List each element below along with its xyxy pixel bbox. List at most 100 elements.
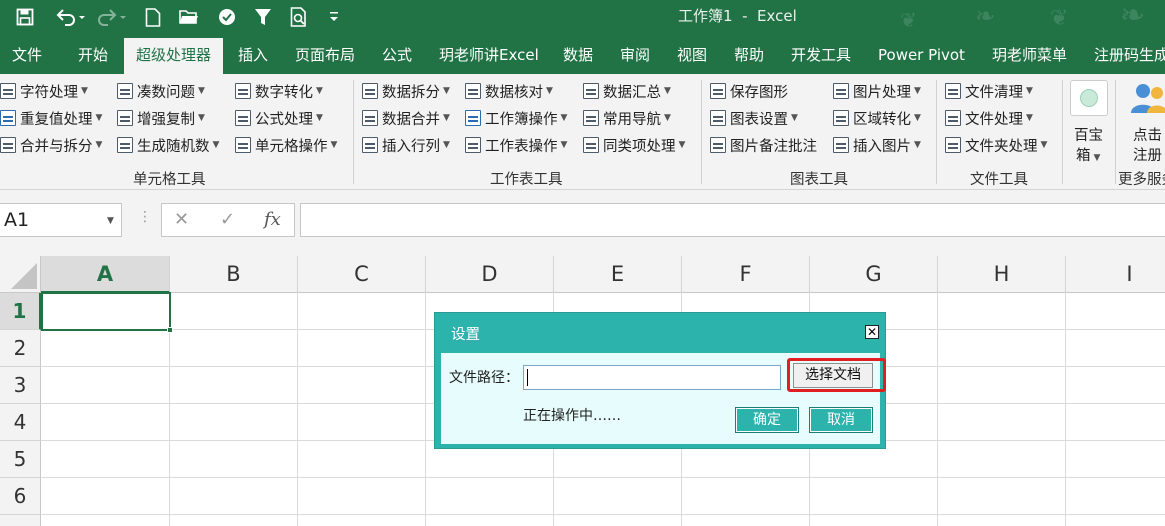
toolbox-icon xyxy=(1070,80,1108,116)
insert-picture-button[interactable]: 插入图片 ▼ xyxy=(833,132,921,158)
data-summary-button[interactable]: 数据汇总 ▼ xyxy=(583,78,671,104)
char-process-button[interactable]: 字符处理 ▼ xyxy=(0,78,88,104)
data-split-button[interactable]: 数据拆分 ▼ xyxy=(362,78,450,104)
tab-home[interactable]: 开始 xyxy=(66,36,120,74)
title-bar: 工作簿1 - Excel ❦ ❧ ❦ ❧ xyxy=(0,0,1165,36)
tab-yue-menu[interactable]: 玥老师菜单 xyxy=(980,36,1079,74)
close-icon[interactable]: ✕ xyxy=(865,325,879,339)
column-header[interactable]: C xyxy=(298,256,426,293)
tab-super-processor[interactable]: 超级处理器 xyxy=(124,38,224,74)
tab-data[interactable]: 数据 xyxy=(551,36,605,74)
tab-power-pivot[interactable]: Power Pivot xyxy=(866,36,977,74)
column-header[interactable]: A xyxy=(41,256,170,293)
enhanced-copy-label: 增强复制 xyxy=(137,111,195,128)
row-header[interactable]: 5 xyxy=(0,441,41,478)
target-sum-button[interactable]: 凑数问题 ▼ xyxy=(117,78,205,104)
merge-split-button[interactable]: 合并与拆分 ▼ xyxy=(0,132,102,158)
redo-icon[interactable] xyxy=(96,4,130,30)
group-divider xyxy=(701,80,702,184)
column-header[interactable]: D xyxy=(426,256,554,293)
tab-help[interactable]: 帮助 xyxy=(722,36,776,74)
file-process-button[interactable]: 文件处理 ▼ xyxy=(945,105,1033,131)
tab-yue-excel[interactable]: 玥老师讲Excel xyxy=(427,36,551,74)
register-button[interactable]: 点击 注册 xyxy=(1124,78,1165,164)
column-header[interactable]: G xyxy=(810,256,938,293)
cancel-button[interactable]: 取消 xyxy=(809,407,873,433)
column-header[interactable]: F xyxy=(682,256,810,293)
file-path-input[interactable] xyxy=(523,365,781,390)
picture-comment-icon xyxy=(710,137,726,153)
print-preview-icon[interactable] xyxy=(286,4,312,30)
customize-qa-icon[interactable] xyxy=(322,4,346,30)
insert-function-icon[interactable]: fx xyxy=(264,209,281,230)
file-cleanup-label: 文件清理 xyxy=(965,84,1023,101)
duplicate-values-button[interactable]: 重复值处理 ▼ xyxy=(0,105,102,131)
workbook-ops-button[interactable]: 工作簿操作 ▼ xyxy=(465,105,567,131)
data-merge-label: 数据合并 xyxy=(382,111,440,128)
chart-settings-button[interactable]: 图表设置 ▼ xyxy=(710,105,798,131)
cell-ops-button[interactable]: 单元格操作 ▼ xyxy=(235,132,337,158)
tab-review[interactable]: 审阅 xyxy=(608,36,662,74)
filter-icon[interactable] xyxy=(250,4,276,30)
row-header[interactable]: 3 xyxy=(0,367,41,404)
row-header[interactable]: 1 xyxy=(0,293,41,330)
active-cell-a1[interactable] xyxy=(41,292,171,331)
similar-items-label: 同类项处理 xyxy=(603,138,676,155)
worksheet-ops-button[interactable]: 工作表操作 ▼ xyxy=(465,132,567,158)
column-header[interactable]: B xyxy=(170,256,298,293)
drag-handle-icon[interactable]: ⋮ xyxy=(138,209,152,225)
select-all-button[interactable] xyxy=(0,256,41,293)
new-file-icon[interactable] xyxy=(140,4,166,30)
enter-icon[interactable]: ✓ xyxy=(220,209,235,230)
save-icon[interactable] xyxy=(12,4,38,30)
sync-icon[interactable] xyxy=(214,4,240,30)
formula-input[interactable] xyxy=(300,203,1165,237)
random-number-button[interactable]: 生成随机数 ▼ xyxy=(117,132,219,158)
cell-ops-icon xyxy=(235,137,251,153)
formula-process-button[interactable]: 公式处理 ▼ xyxy=(235,105,323,131)
tab-file[interactable]: 文件 xyxy=(0,36,54,74)
similar-items-icon xyxy=(583,137,599,153)
data-merge-button[interactable]: 数据合并 ▼ xyxy=(362,105,450,131)
range-convert-button[interactable]: 区域转化 ▼ xyxy=(833,105,921,131)
tab-developer[interactable]: 开发工具 xyxy=(779,36,863,74)
chevron-down-icon: ▼ xyxy=(443,113,450,123)
dialog-title: 设置 xyxy=(451,327,480,343)
folder-process-icon xyxy=(945,137,961,153)
picture-process-button[interactable]: 图片处理 ▼ xyxy=(833,78,921,104)
chevron-down-icon[interactable]: ▼ xyxy=(107,216,114,226)
cancel-icon[interactable]: ✕ xyxy=(174,209,189,230)
name-box[interactable]: A1 xyxy=(0,203,122,237)
row-header[interactable] xyxy=(0,515,41,526)
number-convert-icon xyxy=(235,83,251,99)
grid-line xyxy=(1065,293,1066,526)
folder-process-button[interactable]: 文件夹处理 ▼ xyxy=(945,132,1047,158)
file-cleanup-button[interactable]: 文件清理 ▼ xyxy=(945,78,1033,104)
tab-formulas[interactable]: 公式 xyxy=(370,36,424,74)
random-number-icon xyxy=(117,137,133,153)
row-header[interactable]: 2 xyxy=(0,330,41,367)
tab-insert[interactable]: 插入 xyxy=(226,36,280,74)
insert-rows-cols-button[interactable]: 插入行列 ▼ xyxy=(362,132,450,158)
undo-icon[interactable] xyxy=(52,4,88,30)
fill-handle[interactable] xyxy=(167,327,173,333)
ribbon-tabs: 文件 开始 超级处理器 插入 页面布局 公式 玥老师讲Excel 数据 审阅 视… xyxy=(0,36,1165,74)
similar-items-button[interactable]: 同类项处理 ▼ xyxy=(583,132,685,158)
save-graphics-button[interactable]: 保存图形 xyxy=(710,78,788,104)
row-header[interactable]: 4 xyxy=(0,404,41,441)
picture-comment-button[interactable]: 图片备注批注 xyxy=(710,132,817,158)
row-header[interactable]: 6 xyxy=(0,478,41,515)
tab-view[interactable]: 视图 xyxy=(665,36,719,74)
tab-page-layout[interactable]: 页面布局 xyxy=(283,36,367,74)
tab-regcode[interactable]: 注册码生成 xyxy=(1082,36,1165,74)
ok-button[interactable]: 确定 xyxy=(735,407,799,433)
enhanced-copy-button[interactable]: 增强复制 ▼ xyxy=(117,105,205,131)
common-nav-button[interactable]: 常用导航 ▼ xyxy=(583,105,671,131)
toolbox-button[interactable]: 百宝 箱 ▼ xyxy=(1069,78,1109,164)
column-header[interactable]: E xyxy=(554,256,682,293)
data-check-button[interactable]: 数据核对 ▼ xyxy=(465,78,553,104)
number-convert-button[interactable]: 数字转化 ▼ xyxy=(235,78,323,104)
open-folder-icon[interactable] xyxy=(176,4,202,30)
column-header[interactable]: I xyxy=(1066,256,1165,293)
column-header[interactable]: H xyxy=(938,256,1066,293)
